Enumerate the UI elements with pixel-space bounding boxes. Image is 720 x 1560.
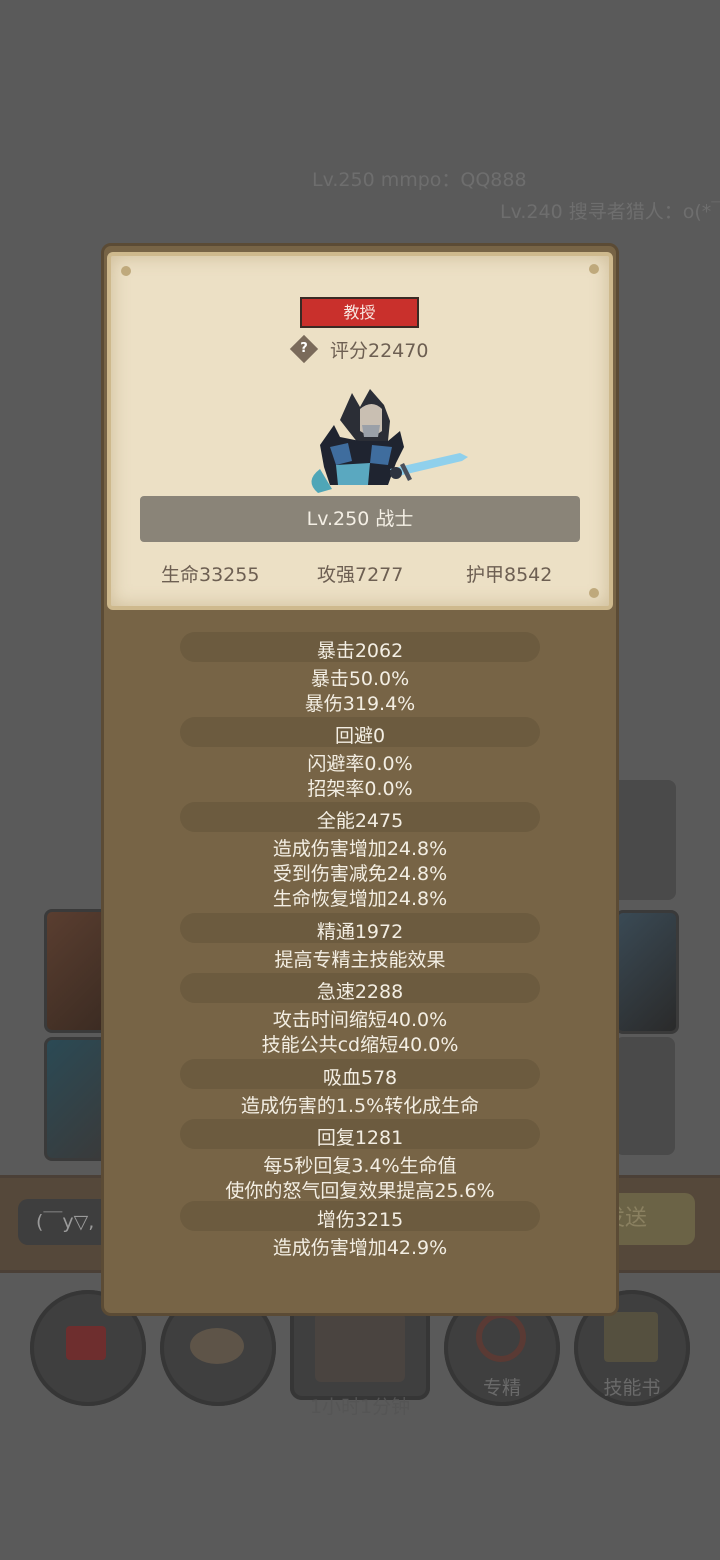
skill-book-icon	[604, 1312, 658, 1362]
section-title: 急速2288	[316, 981, 404, 1003]
background-artwork-right-top	[615, 910, 679, 1034]
stat-line: 攻击时间缩短40.0%	[272, 1009, 448, 1031]
card-rivet	[121, 266, 131, 276]
title-badge: 教授	[300, 297, 419, 328]
section-title: 回避0	[334, 725, 386, 747]
section-title: 回复1281	[316, 1127, 404, 1149]
treasure-chest-icon	[315, 1312, 405, 1382]
armor-stat: 护甲8542	[466, 564, 553, 586]
stat-line: 技能公共cd缩短40.0%	[261, 1034, 459, 1056]
stat-line: 每5秒回复3.4%生命值	[263, 1155, 457, 1177]
specialization-icon	[476, 1312, 526, 1362]
attack-stat: 攻强7277	[317, 564, 404, 586]
chat-line: Lv.240 搜寻者猎人：o(*￣	[500, 201, 720, 223]
hp-stat: 生命33255	[161, 564, 260, 586]
stat-line: 闪避率0.0%	[307, 753, 413, 775]
sword	[390, 453, 468, 481]
stat-line: 暴伤319.4%	[304, 693, 416, 715]
card-rivet	[589, 588, 599, 598]
skill-book-label: 技能书	[603, 1377, 661, 1399]
chat-line: Lv.250 mmpo：QQ888	[312, 169, 527, 191]
card-rivet	[589, 264, 599, 274]
stat-line: 受到伤害减免24.8%	[272, 863, 448, 885]
stat-line: 造成伤害增加42.9%	[272, 1237, 448, 1259]
bread-icon	[190, 1328, 244, 1364]
level-class-bar: Lv.250 战士	[140, 496, 580, 542]
stat-line: 造成伤害的1.5%转化成生命	[240, 1095, 480, 1117]
stat-line: 生命恢复增加24.8%	[272, 888, 448, 910]
stat-line: 招架率0.0%	[307, 778, 413, 800]
warrior-avatar	[311, 389, 468, 493]
red-potion-icon	[66, 1326, 106, 1360]
score-value: 评分22470	[330, 339, 429, 362]
help-icon[interactable]: ?	[289, 334, 319, 364]
section-title: 暴击2062	[316, 640, 404, 662]
specialization-label: 专精	[482, 1377, 521, 1399]
stat-line: 使你的怒气回复效果提高25.6%	[225, 1180, 495, 1202]
stat-line: 造成伤害增加24.8%	[272, 838, 448, 860]
section-title: 增伤3215	[316, 1209, 404, 1231]
section-title: 精通1972	[316, 921, 404, 943]
section-title: 全能2475	[316, 810, 404, 832]
section-title: 吸血578	[322, 1067, 398, 1089]
chest-timer: 1小时1分钟	[309, 1396, 411, 1418]
stat-line: 提高专精主技能效果	[274, 949, 446, 971]
score-row: ? 评分22470	[289, 334, 429, 364]
helmet	[340, 389, 390, 443]
stat-line: 暴击50.0%	[310, 668, 410, 690]
background-card	[615, 1037, 675, 1155]
